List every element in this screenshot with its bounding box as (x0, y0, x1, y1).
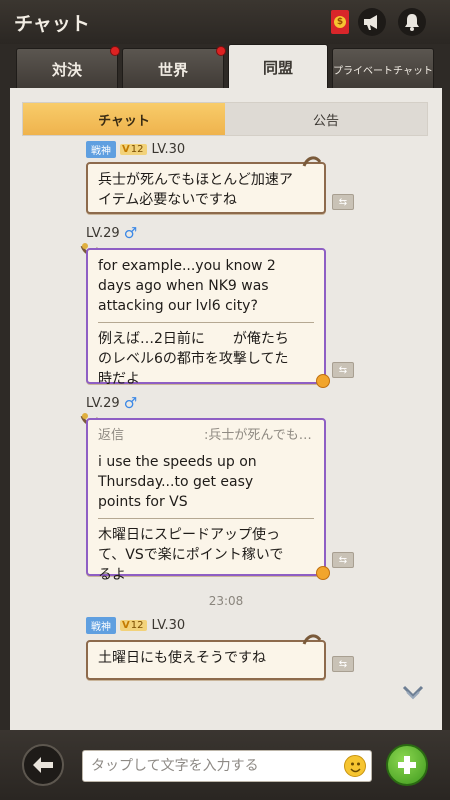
translate-icon[interactable]: ⇆ (332, 362, 354, 378)
chat-panel: チャット 公告 戦神 V 12 LV.30 兵士が死んでもほとんど加速ア イテム必… (10, 88, 442, 730)
channel-tabs: 対決 世界 同盟 プライベートチャット (0, 44, 450, 90)
message-meta: LV.29 ♂ (86, 224, 137, 242)
tab-alliance[interactable]: 同盟 (228, 44, 328, 90)
message-bubble[interactable]: 兵士が死んでもほとんど加速ア イテム必要ないですね (86, 162, 326, 214)
divider (98, 322, 314, 323)
vine-decoration-icon (302, 634, 322, 645)
message-meta: 戦神 V 12 LV.30 (86, 616, 185, 634)
translate-icon[interactable]: ⇆ (332, 552, 354, 568)
translate-icon[interactable]: ⇆ (332, 194, 354, 210)
orange-icon (316, 374, 330, 388)
player-level: LV.29 (86, 225, 120, 241)
timestamp: 23:08 (208, 594, 244, 608)
message-list[interactable]: 戦神 V 12 LV.30 兵士が死んでもほとんど加速ア イテム必要ないですね ⇆… (10, 138, 442, 730)
tab-private-chat[interactable]: プライベートチャット (332, 48, 434, 90)
add-button[interactable] (386, 744, 428, 786)
notification-dot (216, 46, 226, 56)
rank-badge: 戦神 (86, 616, 116, 634)
male-icon: ♂ (123, 224, 138, 242)
message-input[interactable] (82, 750, 372, 782)
message-meta: LV.29 ♂ (86, 394, 137, 412)
vip-badge: V 12 (120, 619, 148, 631)
player-level: LV.30 (151, 141, 186, 157)
vine-decoration-icon (302, 156, 322, 167)
sub-tabs: チャット 公告 (22, 102, 428, 136)
message-meta: 戦神 V 12 LV.30 (86, 140, 185, 158)
player-level: LV.30 (151, 617, 186, 633)
notification-dot (110, 46, 120, 56)
subtab-announcement[interactable]: 公告 (225, 103, 427, 135)
scroll-down-icon[interactable] (402, 684, 424, 702)
page-title: チャット (14, 13, 90, 35)
top-bar: チャット $ (0, 0, 450, 44)
reply-quote: 返信:兵士が死んでも… (98, 428, 312, 443)
megaphone-icon[interactable] (358, 8, 386, 36)
plus-icon (398, 756, 416, 774)
message-bubble[interactable]: for example...you know 2 days ago when N… (86, 248, 326, 387)
back-arrow-icon (33, 757, 53, 773)
tab-world[interactable]: 世界 (122, 46, 226, 90)
message-bubble[interactable]: 返信:兵士が死んでも… i use the speeds up on Thurs… (86, 418, 326, 583)
player-level: LV.29 (86, 395, 120, 411)
rank-badge: 戦神 (86, 140, 116, 158)
vip-badge: V 12 (120, 143, 148, 155)
smiley-icon[interactable] (344, 755, 366, 777)
male-icon: ♂ (123, 394, 138, 412)
divider (98, 518, 314, 519)
bell-icon[interactable] (398, 8, 426, 36)
tab-versus[interactable]: 対決 (16, 46, 120, 90)
translate-icon[interactable]: ⇆ (332, 656, 354, 672)
message-bubble[interactable]: 土曜日にも使えそうですね (86, 640, 326, 680)
subtab-chat[interactable]: チャット (23, 103, 225, 135)
red-envelope-icon[interactable]: $ (326, 8, 354, 36)
back-button[interactable] (22, 744, 64, 786)
bottom-bar (0, 730, 450, 800)
orange-icon (316, 566, 330, 580)
